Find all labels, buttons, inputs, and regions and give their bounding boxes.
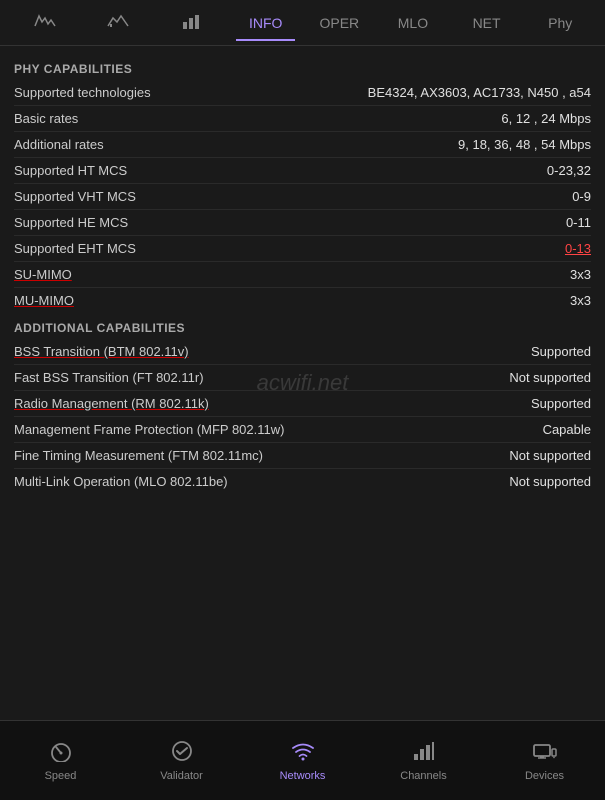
nav-networks[interactable]: Networks <box>242 721 363 800</box>
value-su-mimo: 3x3 <box>570 267 591 282</box>
row-ht-mcs: Supported HT MCS 0-23,32 <box>14 158 591 184</box>
label-eht-mcs: Supported EHT MCS <box>14 241 565 256</box>
label-supported-tech: Supported technologies <box>14 85 368 100</box>
label-ht-mcs: Supported HT MCS <box>14 163 547 178</box>
row-additional-rates: Additional rates 9, 18, 36, 48 , 54 Mbps <box>14 132 591 158</box>
row-supported-tech: Supported technologies BE4324, AX3603, A… <box>14 80 591 106</box>
value-additional-rates: 9, 18, 36, 48 , 54 Mbps <box>458 137 591 152</box>
speed-icon <box>48 740 74 766</box>
nav-networks-label: Networks <box>280 770 326 782</box>
row-radio-mgmt: Radio Management (RM 802.11k) Supported <box>14 391 591 417</box>
row-he-mcs: Supported HE MCS 0-11 <box>14 210 591 236</box>
nav-devices[interactable]: Devices <box>484 721 605 800</box>
nav-validator[interactable]: Validator <box>121 721 242 800</box>
tab-mlo[interactable]: MLO <box>376 5 450 41</box>
value-ftm: Not supported <box>509 448 591 463</box>
label-basic-rates: Basic rates <box>14 111 501 126</box>
phy-capabilities-section: PHY CAPABILITIES Supported technologies … <box>14 62 591 313</box>
row-mu-mimo: MU-MIMO 3x3 <box>14 288 591 313</box>
tab-oper[interactable]: OPER <box>303 5 377 41</box>
label-radio-mgmt: Radio Management (RM 802.11k) <box>14 396 531 411</box>
label-ftm: Fine Timing Measurement (FTM 802.11mc) <box>14 448 509 463</box>
nav-channels[interactable]: Channels <box>363 721 484 800</box>
label-additional-rates: Additional rates <box>14 137 458 152</box>
tab-phy[interactable]: Phy <box>523 5 597 41</box>
top-tab-bar: INFO OPER MLO NET Phy <box>0 0 605 46</box>
row-mlo: Multi-Link Operation (MLO 802.11be) Not … <box>14 469 591 494</box>
label-vht-mcs: Supported VHT MCS <box>14 189 572 204</box>
additional-capabilities-section: ADDITIONAL CAPABILITIES BSS Transition (… <box>14 321 591 494</box>
label-bss-transition: BSS Transition (BTM 802.11v) <box>14 344 531 359</box>
label-mfp: Management Frame Protection (MFP 802.11w… <box>14 422 543 437</box>
row-basic-rates: Basic rates 6, 12 , 24 Mbps <box>14 106 591 132</box>
value-mlo: Not supported <box>509 474 591 489</box>
label-he-mcs: Supported HE MCS <box>14 215 566 230</box>
phy-capabilities-header: PHY CAPABILITIES <box>14 62 591 76</box>
check-icon <box>170 740 194 766</box>
row-su-mimo: SU-MIMO 3x3 <box>14 262 591 288</box>
row-bss-transition: BSS Transition (BTM 802.11v) Supported <box>14 339 591 365</box>
row-mfp: Management Frame Protection (MFP 802.11w… <box>14 417 591 443</box>
nav-validator-label: Validator <box>160 770 203 782</box>
tab-wave[interactable] <box>8 2 82 43</box>
main-content: PHY CAPABILITIES Supported technologies … <box>0 46 605 720</box>
wifi-icon <box>290 740 316 766</box>
value-radio-mgmt: Supported <box>531 396 591 411</box>
label-mu-mimo: MU-MIMO <box>14 293 570 308</box>
row-vht-mcs: Supported VHT MCS 0-9 <box>14 184 591 210</box>
nav-speed-label: Speed <box>45 770 77 782</box>
tab-net[interactable]: NET <box>450 5 524 41</box>
value-mu-mimo: 3x3 <box>570 293 591 308</box>
nav-speed[interactable]: Speed <box>0 721 121 800</box>
value-bss-transition: Supported <box>531 344 591 359</box>
nav-channels-label: Channels <box>400 770 446 782</box>
value-vht-mcs: 0-9 <box>572 189 591 204</box>
row-eht-mcs: Supported EHT MCS 0-13 <box>14 236 591 262</box>
value-mfp: Capable <box>543 422 591 437</box>
tab-bar[interactable] <box>155 2 229 43</box>
value-supported-tech: BE4324, AX3603, AC1733, N450 , a54 <box>368 85 591 100</box>
value-he-mcs: 0-11 <box>566 215 591 230</box>
value-basic-rates: 6, 12 , 24 Mbps <box>501 111 591 126</box>
nav-devices-label: Devices <box>525 770 564 782</box>
label-su-mimo: SU-MIMO <box>14 267 570 282</box>
value-ht-mcs: 0-23,32 <box>547 163 591 178</box>
bars-icon <box>412 740 436 766</box>
additional-capabilities-header: ADDITIONAL CAPABILITIES <box>14 321 591 335</box>
row-ftm: Fine Timing Measurement (FTM 802.11mc) N… <box>14 443 591 469</box>
bottom-nav: Speed Validator Networks <box>0 720 605 800</box>
label-mlo: Multi-Link Operation (MLO 802.11be) <box>14 474 509 489</box>
label-fast-bss: Fast BSS Transition (FT 802.11r) <box>14 370 509 385</box>
tab-info[interactable]: INFO <box>229 5 303 41</box>
tab-chart[interactable] <box>82 2 156 43</box>
devices-icon <box>532 740 558 766</box>
row-fast-bss: Fast BSS Transition (FT 802.11r) Not sup… <box>14 365 591 391</box>
value-fast-bss: Not supported <box>509 370 591 385</box>
value-eht-mcs: 0-13 <box>565 241 591 256</box>
